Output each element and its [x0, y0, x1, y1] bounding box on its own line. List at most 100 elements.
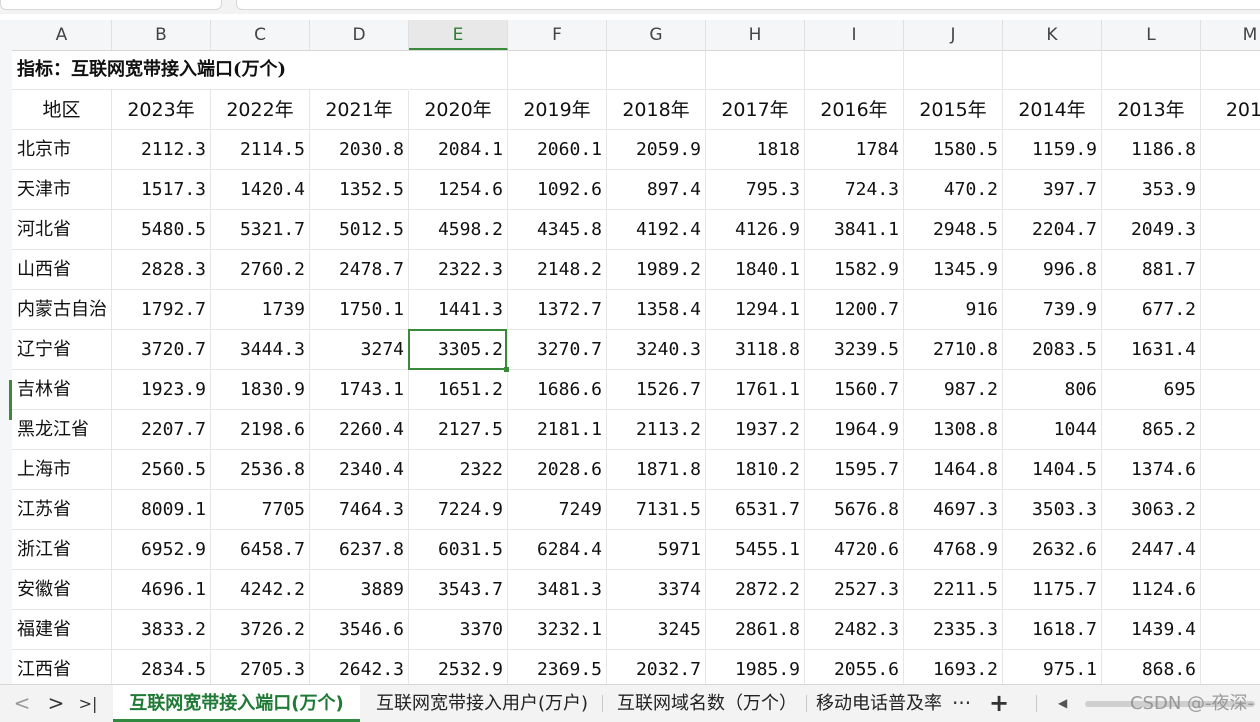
value-cell[interactable]: 54 — [1201, 290, 1260, 330]
value-cell[interactable]: 126 — [1201, 330, 1260, 370]
value-cell[interactable]: 7249 — [508, 490, 607, 530]
value-cell[interactable]: 2028.6 — [508, 450, 607, 490]
region-cell[interactable]: 河北省 — [12, 210, 112, 250]
value-cell[interactable]: 2369.5 — [508, 650, 607, 684]
value-cell[interactable]: 2527.3 — [805, 570, 904, 610]
value-cell[interactable]: 4720.6 — [805, 530, 904, 570]
sheet-tab-mobile-penetration[interactable]: 移动电话普及率 — [816, 685, 942, 722]
region-cell[interactable]: 上海市 — [12, 450, 112, 490]
value-cell[interactable]: 3543.7 — [409, 570, 508, 610]
value-cell[interactable]: 71 — [1201, 650, 1260, 684]
value-cell[interactable]: 4345.8 — [508, 210, 607, 250]
value-cell[interactable]: 2760.2 — [211, 250, 310, 290]
value-cell[interactable]: 3841.1 — [805, 210, 904, 250]
value-cell[interactable]: 289 — [1201, 490, 1260, 530]
value-cell[interactable]: 1989.2 — [607, 250, 706, 290]
value-cell[interactable]: 63 — [1201, 370, 1260, 410]
empty-cell[interactable] — [607, 50, 706, 90]
value-cell[interactable]: 5971 — [607, 530, 706, 570]
value-cell[interactable]: 1124.6 — [1102, 570, 1201, 610]
column-header-j[interactable]: J — [904, 20, 1003, 50]
value-cell[interactable]: 806 — [1003, 370, 1102, 410]
value-cell[interactable]: 1651.2 — [409, 370, 508, 410]
value-cell[interactable]: 1560.7 — [805, 370, 904, 410]
value-cell[interactable]: 1750.1 — [310, 290, 409, 330]
value-cell[interactable]: 143 — [1201, 610, 1260, 650]
value-cell[interactable]: 1420.4 — [211, 170, 310, 210]
value-cell[interactable]: 897.4 — [607, 170, 706, 210]
value-cell[interactable]: 5480.5 — [112, 210, 211, 250]
value-cell[interactable]: 3833.2 — [112, 610, 211, 650]
column-header-k[interactable]: K — [1003, 20, 1102, 50]
value-cell[interactable]: 8009.1 — [112, 490, 211, 530]
empty-cell[interactable] — [1201, 50, 1260, 90]
value-cell[interactable]: 724.3 — [805, 170, 904, 210]
value-cell[interactable]: 2084.1 — [409, 130, 508, 170]
value-cell[interactable]: 1923.9 — [112, 370, 211, 410]
value-cell[interactable]: 1580.5 — [904, 130, 1003, 170]
value-cell[interactable]: 1840.1 — [706, 250, 805, 290]
value-cell[interactable]: 1582.9 — [805, 250, 904, 290]
row-header-gutter[interactable] — [0, 50, 12, 684]
value-cell[interactable]: 2030.8 — [310, 130, 409, 170]
value-cell[interactable]: 3370 — [409, 610, 508, 650]
value-cell[interactable]: 868.6 — [1102, 650, 1201, 684]
value-cell[interactable]: 2055.6 — [805, 650, 904, 684]
spreadsheet-grid[interactable]: 指标：互联网宽带接入端口(万个) 地区 2023年 2022年 2021年 2020年 2… — [12, 50, 1260, 684]
value-cell[interactable]: 1374.6 — [1102, 450, 1201, 490]
value-cell[interactable]: 3546.6 — [310, 610, 409, 650]
value-cell[interactable]: 5321.7 — [211, 210, 310, 250]
value-cell[interactable]: 6458.7 — [211, 530, 310, 570]
value-cell[interactable]: 6284.4 — [508, 530, 607, 570]
value-cell[interactable]: 353.9 — [1102, 170, 1201, 210]
value-cell[interactable]: 1784 — [805, 130, 904, 170]
year-header[interactable]: 2021年 — [310, 90, 409, 130]
value-cell[interactable]: 2532.9 — [409, 650, 508, 684]
year-header[interactable]: 2022年 — [211, 90, 310, 130]
value-cell[interactable]: 2181.1 — [508, 410, 607, 450]
value-cell[interactable]: 1937.2 — [706, 410, 805, 450]
value-cell[interactable]: 2948.5 — [904, 210, 1003, 250]
value-cell[interactable]: 2642.3 — [310, 650, 409, 684]
region-cell[interactable]: 江西省 — [12, 650, 112, 684]
region-header[interactable]: 地区 — [12, 90, 112, 130]
value-cell[interactable]: 4696.1 — [112, 570, 211, 610]
value-cell[interactable]: 2148.2 — [508, 250, 607, 290]
region-cell[interactable]: 山西省 — [12, 250, 112, 290]
value-cell[interactable]: 2260.4 — [310, 410, 409, 450]
value-cell[interactable]: 3444.3 — [211, 330, 310, 370]
value-cell[interactable]: 3270.7 — [508, 330, 607, 370]
value-cell[interactable]: 4192.4 — [607, 210, 706, 250]
column-header-l[interactable]: L — [1102, 20, 1201, 50]
column-header-e[interactable]: E — [409, 20, 508, 50]
value-cell[interactable]: 2482.3 — [805, 610, 904, 650]
value-cell[interactable]: 3889 — [310, 570, 409, 610]
value-cell[interactable]: 1464.8 — [904, 450, 1003, 490]
region-cell[interactable]: 辽宁省 — [12, 330, 112, 370]
value-cell[interactable]: 2059.9 — [607, 130, 706, 170]
next-sheet-button[interactable]: > — [42, 685, 70, 722]
value-cell[interactable]: 1352.5 — [310, 170, 409, 210]
value-cell[interactable]: 2828.3 — [112, 250, 211, 290]
value-cell[interactable]: 2447.4 — [1102, 530, 1201, 570]
value-cell[interactable]: 2127.5 — [409, 410, 508, 450]
value-cell[interactable]: 1439.4 — [1102, 610, 1201, 650]
region-cell[interactable]: 福建省 — [12, 610, 112, 650]
column-header-h[interactable]: H — [706, 20, 805, 50]
column-header-g[interactable]: G — [607, 20, 706, 50]
value-cell[interactable]: 2083.5 — [1003, 330, 1102, 370]
sheet-tab-broadband-users[interactable]: 互联网宽带接入用户(万户) — [368, 685, 596, 722]
value-cell[interactable]: 6031.5 — [409, 530, 508, 570]
value-cell[interactable]: 470.2 — [904, 170, 1003, 210]
value-cell[interactable]: 2211.5 — [904, 570, 1003, 610]
value-cell[interactable]: 3245 — [607, 610, 706, 650]
value-cell[interactable]: 1810.2 — [706, 450, 805, 490]
value-cell[interactable]: 739.9 — [1003, 290, 1102, 330]
value-cell[interactable]: 1175.7 — [1003, 570, 1102, 610]
value-cell[interactable]: 2114.5 — [211, 130, 310, 170]
value-cell[interactable]: 1830.9 — [211, 370, 310, 410]
last-sheet-button[interactable]: >| — [74, 685, 102, 722]
value-cell[interactable]: 6531.7 — [706, 490, 805, 530]
value-cell[interactable]: 2049.3 — [1102, 210, 1201, 250]
value-cell[interactable]: 6952.9 — [112, 530, 211, 570]
